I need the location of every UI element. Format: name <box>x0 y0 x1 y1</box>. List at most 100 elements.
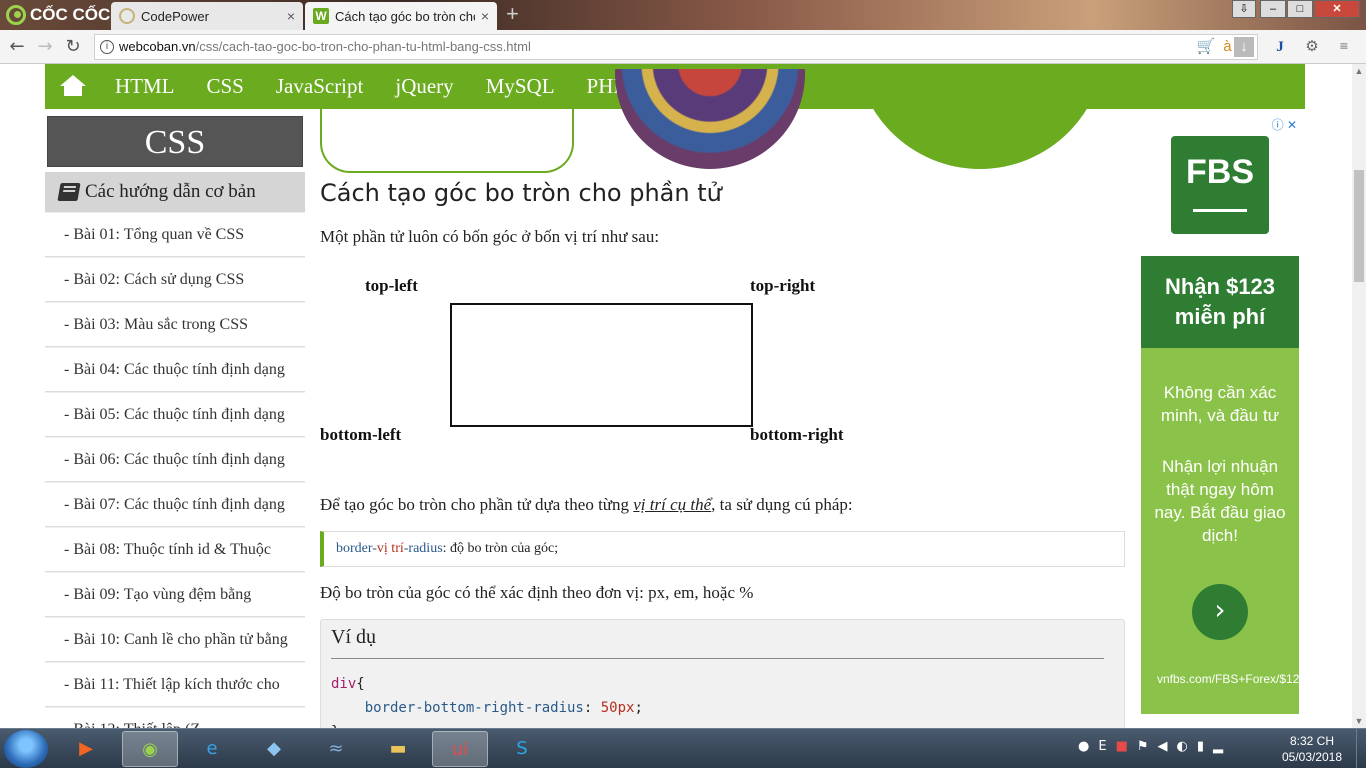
webcoban-favicon-icon: W <box>313 8 329 24</box>
back-arrow-icon[interactable]: ← <box>6 36 28 58</box>
nav-mysql[interactable]: MySQL <box>470 64 571 109</box>
start-button[interactable] <box>4 730 48 768</box>
lesson-list: - Bài 01: Tổng quan về CSS - Bài 02: Các… <box>45 212 305 728</box>
browser-brand[interactable]: CỐC CỐC <box>6 4 110 26</box>
codepower-favicon-icon <box>119 8 135 24</box>
label-top-left: top-left <box>365 276 418 295</box>
sidebar-section-header[interactable]: Các hướng dẫn cơ bản <box>45 172 305 212</box>
tray-network-icon[interactable]: ▂ <box>1213 739 1223 754</box>
skype-icon[interactable]: S <box>494 731 550 767</box>
scroll-down-icon[interactable]: ▼ <box>1352 714 1366 728</box>
taskbar-clock[interactable]: 8:32 CH 05/03/2018 <box>1276 733 1348 765</box>
minimize-button[interactable]: – <box>1260 0 1286 18</box>
menu-icon[interactable]: ≡ <box>1334 37 1354 57</box>
sidebar-item-bai-03[interactable]: - Bài 03: Màu sắc trong CSS <box>45 302 305 347</box>
units-text: Độ bo tròn của góc có thể xác định theo … <box>320 583 754 602</box>
ad-next-button[interactable]: › <box>1192 584 1248 640</box>
corner-demo-box <box>450 303 753 427</box>
sidebar-item-bai-01[interactable]: - Bài 01: Tổng quan về CSS <box>45 212 305 257</box>
home-icon[interactable] <box>45 64 99 109</box>
clock-date: 05/03/2018 <box>1281 750 1343 764</box>
clock-time: 8:32 CH <box>1289 734 1335 748</box>
close-window-button[interactable]: ✕ <box>1314 0 1360 18</box>
tray-bluetooth-icon[interactable]: ◐ <box>1177 739 1188 754</box>
unikey-icon[interactable]: ui <box>432 731 488 767</box>
url-input[interactable]: i webcoban.vn/css/cach-tao-goc-bo-tron-c… <box>94 34 1258 60</box>
ad-headline: Nhận $123 miễn phí <box>1141 256 1299 348</box>
position-link[interactable]: vị trí cụ thể <box>633 495 711 514</box>
tray-volume-icon[interactable]: ◀ <box>1158 739 1168 754</box>
media-player-icon[interactable]: ▶ <box>58 731 114 767</box>
tab-close-icon[interactable]: × <box>287 8 295 24</box>
fbs-advertisement[interactable]: ⓘ ✕ FBS Nhận $123 miễn phí Không cần xác… <box>1141 116 1299 714</box>
book-icon <box>57 183 81 201</box>
download-icon[interactable]: ↓ <box>1234 37 1254 57</box>
maximize-button[interactable]: □ <box>1287 0 1313 18</box>
sidebar-item-bai-08[interactable]: - Bài 08: Thuộc tính id & Thuộc <box>45 527 305 572</box>
brand-name: CỐC CỐC <box>30 5 111 24</box>
new-tab-button[interactable]: + <box>506 3 526 25</box>
tray-shield-icon[interactable]: ■ <box>1116 739 1128 754</box>
settings-gear-icon[interactable]: ⚙ <box>1302 37 1322 57</box>
sidebar-item-bai-10[interactable]: - Bài 10: Canh lề cho phần tử bằng <box>45 617 305 662</box>
example-divider <box>331 658 1104 659</box>
page-scrollbar[interactable]: ▲ ▼ <box>1352 64 1366 728</box>
shopping-cart-icon[interactable]: 🛒 <box>1197 35 1216 59</box>
downloads-window-button[interactable]: ⇩ <box>1232 0 1256 18</box>
mysql-workbench-icon[interactable]: ≈ <box>308 731 364 767</box>
sidebar-item-bai-06[interactable]: - Bài 06: Các thuộc tính định dạng <box>45 437 305 482</box>
nav-javascript[interactable]: JavaScript <box>260 64 379 109</box>
virtualbox-icon[interactable]: ◆ <box>246 731 302 767</box>
web-page: HTML CSS JavaScript jQuery MySQL PHP CSS… <box>0 64 1352 728</box>
sidebar-item-bai-12[interactable]: - Bài 12: Thiết lập (Z <box>45 707 305 728</box>
code-block: div{ border-bottom-right-radius: 50px; } <box>331 676 643 728</box>
ad-url: vnfbs.com/FBS+Forex/$123+Bonus <box>1157 672 1299 686</box>
syntax-box: border-vị trí-radius: độ bo tròn của góc… <box>320 531 1125 567</box>
tray-e-icon[interactable]: E <box>1098 739 1106 754</box>
ad-body-2: Nhận lợi nhuận thật ngay hôm nay. Bắt đầ… <box>1154 457 1286 545</box>
sidebar-item-bai-09[interactable]: - Bài 09: Tạo vùng đệm bằng <box>45 572 305 617</box>
address-toolbar: ← → ↻ i webcoban.vn/css/cach-tao-goc-bo-… <box>0 30 1366 64</box>
browser-titlebar: CỐC CỐC CodePower × W Cách tạo góc bo tr… <box>0 0 1366 30</box>
scrollbar-thumb[interactable] <box>1354 170 1364 282</box>
sidebar-section-label: Các hướng dẫn cơ bản <box>85 181 256 202</box>
tab-webcoban[interactable]: W Cách tạo góc bo tròn cho × <box>305 2 497 30</box>
example-title: Ví dụ <box>331 626 376 648</box>
reload-icon[interactable]: ↻ <box>62 36 84 58</box>
circle-image-illustration <box>615 69 805 169</box>
tab-codepower[interactable]: CodePower × <box>111 2 303 30</box>
sidebar: CSS Các hướng dẫn cơ bản - Bài 01: Tổng … <box>45 114 305 728</box>
tab-title: Cách tạo góc bo tròn cho <box>335 8 475 24</box>
coccoc-logo-icon <box>6 5 26 25</box>
nav-html[interactable]: HTML <box>99 64 191 109</box>
nav-jquery[interactable]: jQuery <box>379 64 469 109</box>
tab-close-icon[interactable]: × <box>481 8 489 24</box>
sidebar-item-bai-07[interactable]: - Bài 07: Các thuộc tính định dạng <box>45 482 305 527</box>
example-box: Ví dụ div{ border-bottom-right-radius: 5… <box>320 619 1125 728</box>
scroll-up-icon[interactable]: ▲ <box>1352 64 1366 78</box>
label-top-right: top-right <box>750 276 816 295</box>
label-bottom-left: bottom-left <box>320 425 402 444</box>
tab-title: CodePower <box>141 8 209 24</box>
nav-css[interactable]: CSS <box>191 64 260 109</box>
show-desktop-button[interactable] <box>1356 729 1366 768</box>
translate-icon[interactable]: à <box>1223 35 1231 59</box>
sidebar-item-bai-05[interactable]: - Bài 05: Các thuộc tính định dạng <box>45 392 305 437</box>
sidebar-item-bai-11[interactable]: - Bài 11: Thiết lập kích thước cho <box>45 662 305 707</box>
tray-power-icon[interactable]: ▮ <box>1197 739 1204 754</box>
extension-j-icon[interactable]: J <box>1270 37 1290 57</box>
ad-choices-icon[interactable]: ⓘ ✕ <box>1272 116 1297 133</box>
article-title: Cách tạo góc bo tròn cho phần tử <box>320 179 722 207</box>
syntax-intro-text: Để tạo góc bo tròn cho phần tử dựa theo … <box>320 495 853 514</box>
sidebar-heading: CSS <box>47 116 303 167</box>
forward-arrow-icon[interactable]: → <box>34 36 56 58</box>
sidebar-item-bai-02[interactable]: - Bài 02: Cách sử dụng CSS <box>45 257 305 302</box>
sidebar-item-bai-04[interactable]: - Bài 04: Các thuộc tính định dạng <box>45 347 305 392</box>
coccoc-taskbar-icon[interactable]: ◉ <box>122 731 178 767</box>
internet-explorer-icon[interactable]: e <box>184 731 240 767</box>
tray-app-icon[interactable]: ● <box>1078 739 1089 754</box>
intro-text: Một phần tử luôn có bốn góc ở bốn vị trí… <box>320 227 660 246</box>
tray-flag-icon[interactable]: ⚑ <box>1137 739 1149 754</box>
site-info-icon[interactable]: i <box>100 40 114 54</box>
file-explorer-icon[interactable]: ▬ <box>370 731 426 767</box>
